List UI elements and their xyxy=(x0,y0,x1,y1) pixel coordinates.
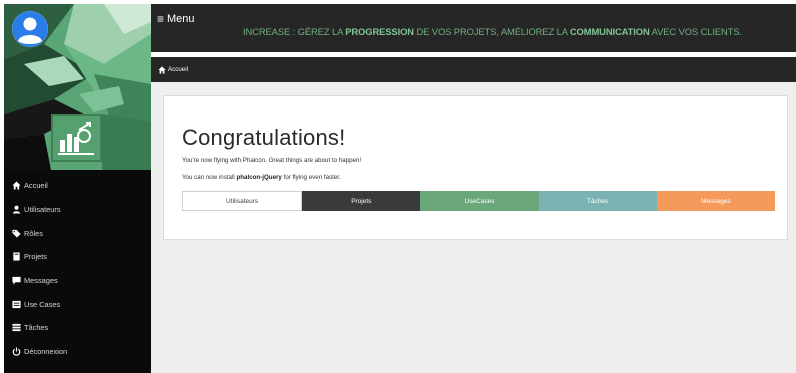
usecases-button[interactable]: UseCases xyxy=(420,191,539,211)
tasks-icon xyxy=(12,323,21,332)
tagline-brand: INCREASE xyxy=(243,26,291,37)
install-hint-prefix: You can now install xyxy=(182,174,235,181)
main-content: Congratulations! You're now flying with … xyxy=(151,82,796,373)
intro-text: You're now flying with Phalcon. Great th… xyxy=(182,157,362,164)
sidebar-item-deconnexion[interactable]: Déconnexion xyxy=(4,340,151,364)
breadcrumb: Accueil xyxy=(151,57,796,82)
menu-toggle-button[interactable]: ≡ Menu xyxy=(157,13,195,25)
home-icon xyxy=(12,181,21,190)
chart-badge-icon xyxy=(58,122,94,155)
book-icon xyxy=(12,252,21,261)
tags-icon xyxy=(12,229,21,238)
sidebar-item-label: Rôles xyxy=(24,228,43,238)
home-icon xyxy=(158,65,166,74)
taches-button[interactable]: Tâches xyxy=(538,191,657,211)
sidebar-item-projets[interactable]: Projets xyxy=(4,245,151,269)
comment-icon xyxy=(12,276,21,285)
sidebar-item-roles[interactable]: Rôles xyxy=(4,221,151,245)
sidebar-item-label: Utilisateurs xyxy=(24,205,61,215)
sidebar-hero-banner xyxy=(4,4,151,170)
sidebar-item-taches[interactable]: Tâches xyxy=(4,316,151,340)
user-icon xyxy=(12,205,21,214)
tagline-text: AVEC VOS CLIENTS. xyxy=(651,26,742,37)
list-alt-icon xyxy=(12,300,21,309)
tagline-text: DE VOS PROJETS, AMÉLIOREZ LA xyxy=(416,26,568,37)
sidebar-item-use-cases[interactable]: Use Cases xyxy=(4,292,151,316)
sidebar-item-label: Use Cases xyxy=(24,299,61,309)
breadcrumb-item-accueil[interactable]: Accueil xyxy=(168,66,188,73)
app-logo xyxy=(51,114,102,162)
app-tagline: INCREASE : GÉREZ LA PROGRESSION DE VOS P… xyxy=(243,26,742,37)
section-button-group: Utilisateurs Projets UseCases Tâches Mes… xyxy=(182,191,776,211)
sidebar-item-label: Accueil xyxy=(24,181,48,191)
sidebar-item-accueil[interactable]: Accueil xyxy=(4,174,151,198)
sidebar: Accueil Utilisateurs Rôles Projets Messa… xyxy=(4,4,151,373)
sidebar-item-label: Messages xyxy=(24,276,58,286)
install-hint: You can now install phalcon-jQuery for f… xyxy=(182,174,341,181)
messages-button[interactable]: Messages xyxy=(656,191,776,211)
header-divider xyxy=(151,52,796,56)
sidebar-item-utilisateurs[interactable]: Utilisateurs xyxy=(4,198,151,222)
projets-button[interactable]: Projets xyxy=(302,191,421,211)
sidebar-item-messages[interactable]: Messages xyxy=(4,269,151,293)
tagline-text: : GÉREZ LA xyxy=(292,26,343,37)
menu-label: Menu xyxy=(167,13,195,25)
install-hint-suffix: for flying even faster. xyxy=(283,174,341,181)
power-icon xyxy=(12,347,21,356)
sidebar-item-label: Projets xyxy=(24,252,48,262)
page-title: Congratulations! xyxy=(182,125,346,150)
install-hint-package: phalcon-jQuery xyxy=(236,174,282,181)
sidebar-nav: Accueil Utilisateurs Rôles Projets Messa… xyxy=(4,174,151,364)
avatar[interactable] xyxy=(12,11,48,47)
top-navbar: ≡ Menu INCREASE : GÉREZ LA PROGRESSION D… xyxy=(151,4,796,52)
sidebar-item-label: Tâches xyxy=(24,323,49,333)
utilisateurs-button[interactable]: Utilisateurs xyxy=(182,191,303,211)
bars-icon: ≡ xyxy=(157,12,165,26)
tagline-highlight: PROGRESSION xyxy=(345,26,414,37)
welcome-card: Congratulations! You're now flying with … xyxy=(163,95,788,240)
tagline-highlight: COMMUNICATION xyxy=(569,26,650,37)
sidebar-item-label: Déconnexion xyxy=(24,347,68,357)
user-circle-icon xyxy=(12,11,48,47)
